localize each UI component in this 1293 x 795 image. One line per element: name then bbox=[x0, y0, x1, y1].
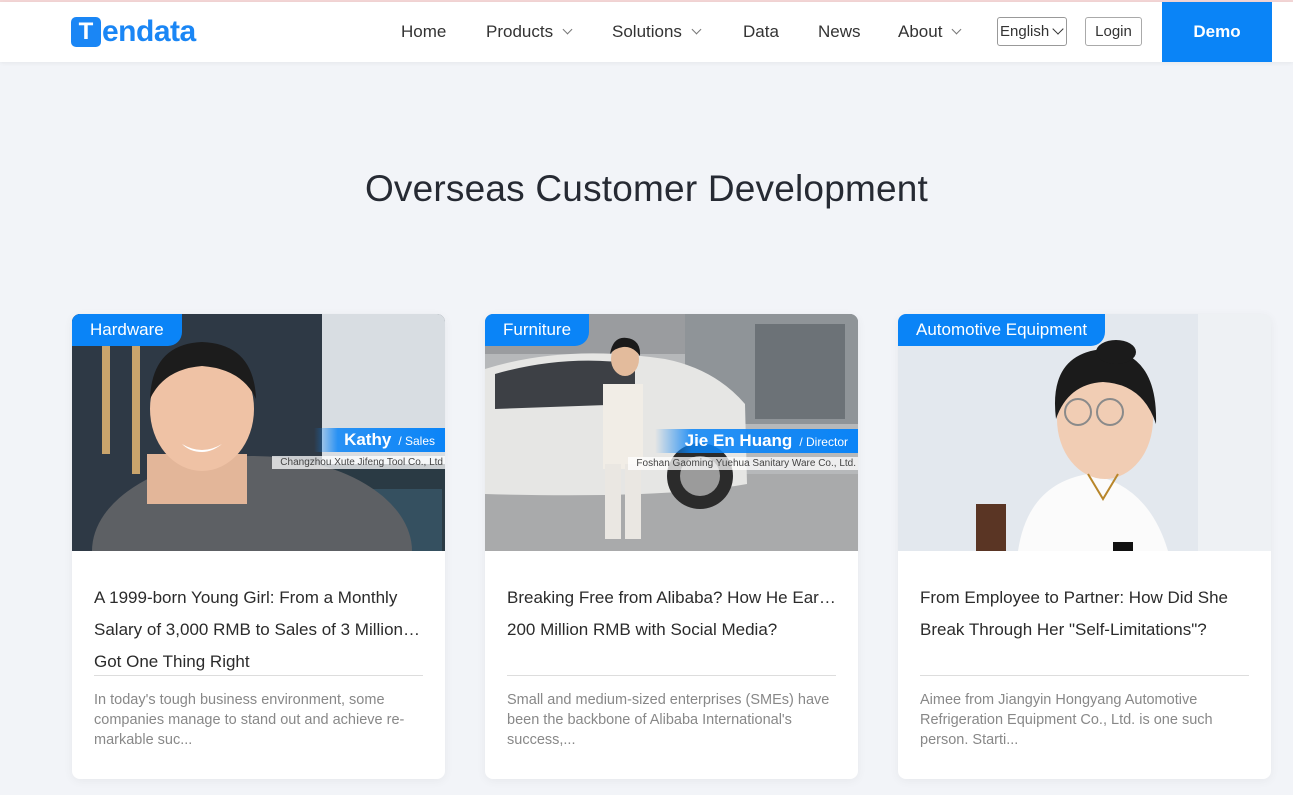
person-name: Jie En Huang bbox=[684, 431, 793, 450]
logo-mark: T bbox=[71, 17, 101, 47]
person-caption: Kathy / Sales Changzhou Xute Jifeng Tool… bbox=[272, 428, 445, 470]
case-title-line: Break Through Her "Self-Limitations"? bbox=[920, 620, 1207, 639]
case-title-line: Salary of 3,000 RMB to Sales of 3 Millio… bbox=[94, 620, 424, 639]
case-card-automotive-equipment[interactable]: Automotive Equipment From Employee to Pa… bbox=[898, 314, 1271, 779]
case-photo[interactable]: Furniture Jie En Huang / Director Foshan… bbox=[485, 314, 858, 551]
case-photo[interactable]: Automotive Equipment bbox=[898, 314, 1271, 551]
case-excerpt: Small and medium-sized enterprises (SMEs… bbox=[507, 692, 830, 748]
case-excerpt: In today's tough business environment, s… bbox=[94, 692, 405, 748]
photo-illustration bbox=[898, 314, 1271, 551]
language-value: English bbox=[1000, 23, 1050, 40]
nav-news-label: News bbox=[818, 22, 861, 41]
nav-solutions[interactable]: Solutions bbox=[612, 2, 702, 62]
case-photo[interactable]: Hardware Kathy / Sales Changzhou Xute Ji… bbox=[72, 314, 445, 551]
nav-home-label: Home bbox=[401, 22, 447, 41]
nav-products[interactable]: Products bbox=[486, 2, 573, 62]
case-card-hardware[interactable]: Hardware Kathy / Sales Changzhou Xute Ji… bbox=[72, 314, 445, 779]
divider bbox=[507, 675, 836, 676]
person-caption: Jie En Huang / Director Foshan Gaoming Y… bbox=[628, 429, 858, 471]
industry-tag: Hardware bbox=[72, 314, 182, 346]
login-button[interactable]: Login bbox=[1085, 17, 1142, 46]
tendata-logo[interactable]: T endata bbox=[71, 16, 196, 48]
person-name: Kathy bbox=[344, 430, 392, 449]
person-company: Changzhou Xute Jifeng Tool Co., Ltd bbox=[272, 456, 445, 469]
language-select[interactable]: English bbox=[997, 17, 1067, 46]
divider bbox=[920, 675, 1249, 676]
nav-data-label: Data bbox=[743, 22, 779, 41]
nav-products-label: Products bbox=[486, 22, 554, 41]
case-title[interactable]: A 1999-born Young Girl: From a Monthly S… bbox=[94, 582, 424, 678]
case-title-line: 200 Million RMB with Social Media? bbox=[507, 620, 778, 639]
chevron-down-icon bbox=[691, 24, 702, 35]
nav-data[interactable]: Data bbox=[743, 2, 779, 62]
section-title: Overseas Customer Development bbox=[364, 168, 929, 209]
industry-tag: Automotive Equipment bbox=[898, 314, 1106, 346]
chevron-down-icon bbox=[951, 24, 962, 35]
person-company: Foshan Gaoming Yuehua Sanitary Ware Co.,… bbox=[628, 457, 858, 470]
site-header: T endata Home Products Solutions Data Ne… bbox=[0, 2, 1293, 62]
case-card-furniture[interactable]: Furniture Jie En Huang / Director Foshan… bbox=[485, 314, 858, 779]
case-title[interactable]: From Employee to Partner: How Did She Br… bbox=[920, 582, 1250, 678]
person-role: / Director bbox=[799, 435, 848, 449]
case-title-line: From Employee to Partner: How Did She bbox=[920, 588, 1229, 607]
chevron-down-icon bbox=[1052, 23, 1064, 35]
case-title-line: A 1999-born Young Girl: From a Monthly bbox=[94, 588, 398, 607]
nav-about-label: About bbox=[898, 22, 943, 41]
nav-news[interactable]: News bbox=[818, 2, 861, 62]
logo-text: endata bbox=[102, 15, 196, 48]
person-role: / Sales bbox=[398, 434, 435, 448]
case-title[interactable]: Breaking Free from Alibaba? How He Earne… bbox=[507, 582, 837, 678]
chevron-down-icon bbox=[562, 24, 573, 35]
nav-home[interactable]: Home bbox=[401, 2, 446, 62]
industry-tag: Furniture bbox=[485, 314, 590, 346]
case-title-line: Got One Thing Right bbox=[94, 652, 250, 671]
case-title-line: Breaking Free from Alibaba? How He Earne… bbox=[507, 588, 837, 607]
demo-button[interactable]: Demo bbox=[1162, 2, 1272, 62]
nav-about[interactable]: About bbox=[898, 2, 962, 62]
nav-solutions-label: Solutions bbox=[612, 22, 682, 41]
divider bbox=[94, 675, 423, 676]
case-excerpt: Aimee from Jiangyin Hongyang Automotive … bbox=[920, 692, 1213, 748]
